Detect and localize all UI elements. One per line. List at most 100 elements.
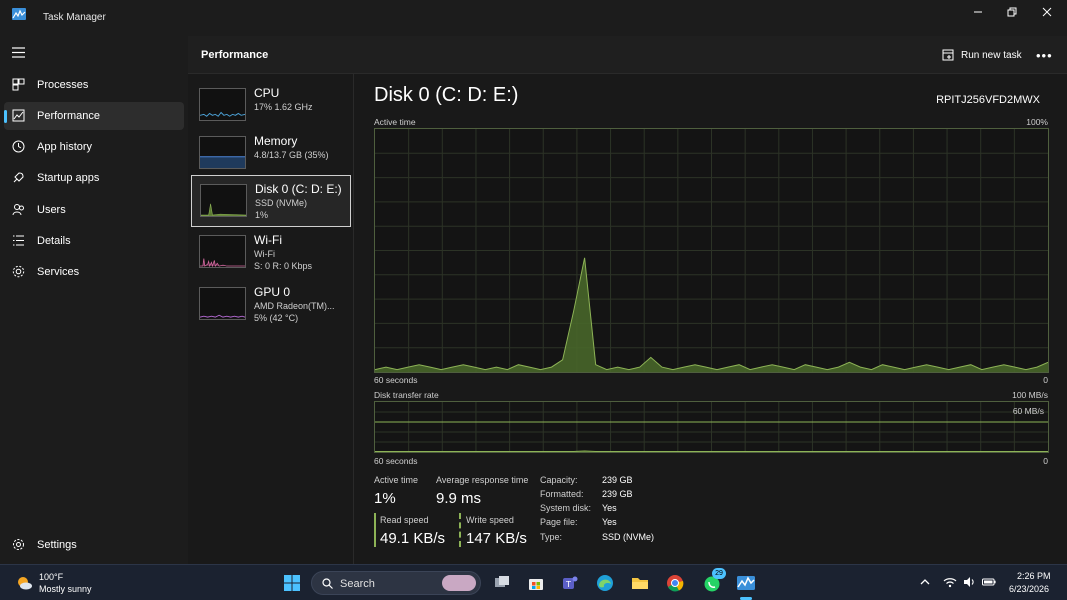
hamburger-menu-icon[interactable] <box>12 47 25 58</box>
active-time-chart-min: 0 <box>1043 375 1048 385</box>
store-icon[interactable] <box>526 573 546 593</box>
read-speed-label: Read speed <box>380 515 429 525</box>
nav-item-label: App history <box>37 141 93 153</box>
device-usage: 5% (42 °C) <box>254 313 299 323</box>
capacity-key: Capacity: <box>540 475 578 485</box>
write-speed-value: 147 KB/s <box>466 530 527 547</box>
device-detail: 4.8/13.7 GB (35%) <box>254 150 329 160</box>
history-icon <box>12 140 25 153</box>
device-item-gpu-0[interactable]: GPU 0 AMD Radeon(TM)... 5% (42 °C) <box>191 279 351 331</box>
show-hidden-icons-chevron-up-icon[interactable] <box>918 575 932 589</box>
nav-item-processes[interactable]: Processes <box>4 71 184 99</box>
formatted-value: 239 GB <box>602 489 633 499</box>
search-icon <box>322 578 333 589</box>
memory-thumbnail-fill <box>200 156 245 168</box>
device-name: Wi-Fi <box>254 233 282 247</box>
nav-item-performance[interactable]: Performance <box>4 102 184 130</box>
disk-thumbnail-area <box>201 203 246 216</box>
weather-description: Mostly sunny <box>39 584 92 594</box>
navigation-pane: Processes Performance App history Startu… <box>0 36 188 564</box>
selection-indicator <box>4 110 7 123</box>
weather-sun-icon[interactable] <box>15 574 33 592</box>
close-icon <box>1042 7 1052 17</box>
nav-item-users[interactable]: Users <box>4 196 184 224</box>
disk-title: Disk 0 (C: D: E:) <box>374 84 519 106</box>
volume-icon[interactable] <box>962 575 976 589</box>
run-task-icon <box>942 49 954 61</box>
active-time-chart-label: Active time <box>374 117 416 127</box>
taskbar-clock-date[interactable]: 6/23/2026 <box>1009 584 1049 594</box>
chrome-icon[interactable] <box>665 573 685 593</box>
transfer-chart-window: 60 seconds <box>374 456 418 466</box>
taskbar-search-box[interactable]: Search <box>311 571 481 595</box>
start-windows-icon[interactable] <box>282 573 302 593</box>
nav-item-details[interactable]: Details <box>4 227 184 255</box>
disk-detail-panel: Disk 0 (C: D: E:) RPITJ256VFD2MWX Active… <box>374 84 1054 554</box>
capacity-value: 239 GB <box>602 475 633 485</box>
edge-icon[interactable] <box>595 573 615 593</box>
avg-response-value: 9.9 ms <box>436 490 482 507</box>
task-view-icon[interactable] <box>492 573 512 593</box>
device-detail: AMD Radeon(TM)... <box>254 301 335 311</box>
svg-text:T: T <box>565 580 571 589</box>
device-name: GPU 0 <box>254 285 291 299</box>
read-speed-value: 49.1 KB/s <box>380 530 446 547</box>
maximize-button[interactable] <box>995 0 1029 24</box>
window-title: Task Manager <box>43 12 106 23</box>
file-explorer-icon[interactable] <box>630 573 650 593</box>
nav-item-startup-apps[interactable]: Startup apps <box>4 164 184 192</box>
more-options-button[interactable]: ••• <box>1036 48 1053 63</box>
device-item-wifi[interactable]: Wi-Fi Wi-Fi S: 0 R: 0 Kbps <box>191 227 351 279</box>
battery-icon[interactable] <box>982 575 996 589</box>
write-speed-marker <box>459 513 461 547</box>
taskbar-clock-time[interactable]: 2:26 PM <box>1017 571 1051 581</box>
transfer-rate-chart: 60 MB/s <box>374 401 1049 453</box>
teams-icon[interactable]: T <box>560 573 580 593</box>
page-file-value: Yes <box>602 517 617 527</box>
read-speed-marker <box>374 513 376 547</box>
search-highlight-art <box>442 575 476 591</box>
startup-icon <box>13 172 24 183</box>
formatted-key: Formatted: <box>540 489 584 499</box>
page-header: Performance Run new task ••• <box>188 36 1067 74</box>
transfer-reference-label: 60 MB/s <box>1012 406 1044 416</box>
device-item-memory[interactable]: Memory 4.8/13.7 GB (35%) <box>191 128 351 180</box>
active-time-chart-max: 100% <box>1026 117 1048 127</box>
active-time-chart-svg <box>375 129 1048 372</box>
device-usage: 1% <box>255 210 269 220</box>
nav-item-label: Settings <box>37 539 77 551</box>
details-icon <box>13 235 24 246</box>
close-button[interactable] <box>1030 0 1064 24</box>
task-manager-taskbar-icon[interactable] <box>736 573 756 593</box>
nav-item-settings[interactable]: Settings <box>4 531 184 559</box>
nav-item-app-history[interactable]: App history <box>4 133 184 161</box>
device-name: Memory <box>254 134 298 148</box>
transfer-rate-series-line <box>375 450 1048 452</box>
nav-item-services[interactable]: Services <box>4 258 184 286</box>
device-item-disk-0[interactable]: Disk 0 (C: D: E:) SSD (NVMe) 1% <box>191 175 351 227</box>
run-new-task-button[interactable]: Run new task <box>942 47 1022 63</box>
title-bar: Task Manager <box>0 0 1067 36</box>
task-manager-app-icon <box>12 8 26 20</box>
performance-icon <box>12 109 25 122</box>
write-speed-label: Write speed <box>466 515 514 525</box>
taskbar: 100°F Mostly sunny Search T 29 2:26 PM 6… <box>0 564 1067 600</box>
device-detail: Wi-Fi <box>254 249 275 259</box>
page-file-key: Page file: <box>540 517 578 527</box>
transfer-chart-label: Disk transfer rate <box>374 390 439 400</box>
gpu-thumbnail-graph <box>199 287 246 320</box>
cpu-thumbnail-graph <box>199 88 246 121</box>
whatsapp-notification-badge: 29 <box>712 568 726 579</box>
page-title: Performance <box>201 49 269 61</box>
device-detail: 17% 1.62 GHz <box>254 102 313 112</box>
device-detail: SSD (NVMe) <box>255 198 308 208</box>
restore-icon <box>1007 7 1017 17</box>
users-icon <box>12 204 24 216</box>
active-time-stat-label: Active time <box>374 475 419 485</box>
nav-item-label: Services <box>37 266 80 278</box>
device-item-cpu[interactable]: CPU 17% 1.62 GHz <box>191 80 351 132</box>
cpu-thumbnail-line <box>200 111 245 117</box>
minimize-button[interactable] <box>961 0 995 24</box>
weather-temperature: 100°F <box>39 572 64 582</box>
wifi-icon[interactable] <box>943 575 957 589</box>
